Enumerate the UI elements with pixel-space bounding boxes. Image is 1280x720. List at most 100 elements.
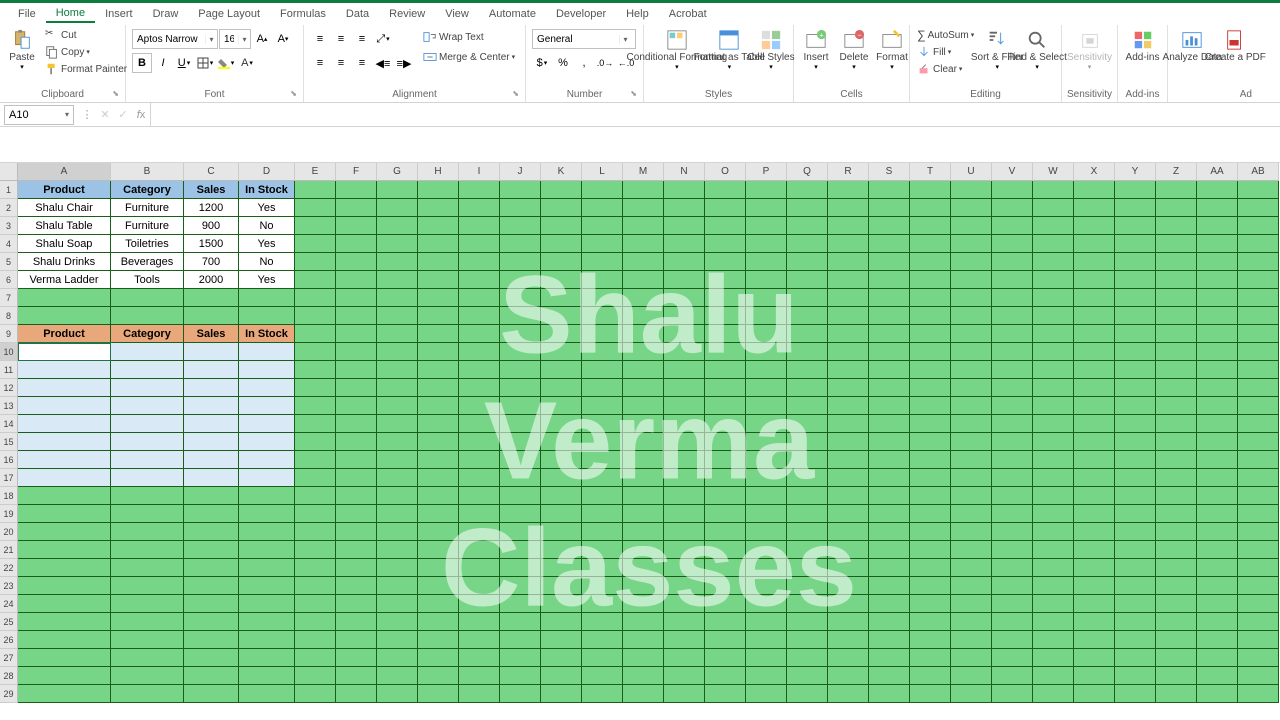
cell-I23[interactable] xyxy=(459,577,500,595)
cell-F27[interactable] xyxy=(336,649,377,667)
cell-J7[interactable] xyxy=(500,289,541,307)
cell-U22[interactable] xyxy=(951,559,992,577)
cell-O15[interactable] xyxy=(705,433,746,451)
cell-J10[interactable] xyxy=(500,343,541,361)
cell-X19[interactable] xyxy=(1074,505,1115,523)
cell-G22[interactable] xyxy=(377,559,418,577)
cell-G29[interactable] xyxy=(377,685,418,703)
rowhdr-8[interactable]: 8 xyxy=(0,307,18,325)
cell-B7[interactable] xyxy=(111,289,184,307)
cell-S7[interactable] xyxy=(869,289,910,307)
cell-Y15[interactable] xyxy=(1115,433,1156,451)
rowhdr-6[interactable]: 6 xyxy=(0,271,18,289)
cell-W26[interactable] xyxy=(1033,631,1074,649)
cell-AB14[interactable] xyxy=(1238,415,1279,433)
cell-V19[interactable] xyxy=(992,505,1033,523)
percent-button[interactable]: % xyxy=(553,53,573,73)
cell-T17[interactable] xyxy=(910,469,951,487)
cell-F1[interactable] xyxy=(336,181,377,199)
cell-F18[interactable] xyxy=(336,487,377,505)
cell-X29[interactable] xyxy=(1074,685,1115,703)
cell-G11[interactable] xyxy=(377,361,418,379)
cell-P19[interactable] xyxy=(746,505,787,523)
cell-W29[interactable] xyxy=(1033,685,1074,703)
cell-C9[interactable]: Sales xyxy=(184,325,239,343)
cell-Z28[interactable] xyxy=(1156,667,1197,685)
cell-P29[interactable] xyxy=(746,685,787,703)
increase-indent-button[interactable]: ≡▶ xyxy=(394,53,414,73)
cell-Q21[interactable] xyxy=(787,541,828,559)
cell-G20[interactable] xyxy=(377,523,418,541)
menu-draw[interactable]: Draw xyxy=(143,6,189,22)
cell-E8[interactable] xyxy=(295,307,336,325)
cell-O17[interactable] xyxy=(705,469,746,487)
cell-P20[interactable] xyxy=(746,523,787,541)
cell-Q9[interactable] xyxy=(787,325,828,343)
cell-Y13[interactable] xyxy=(1115,397,1156,415)
cell-H6[interactable] xyxy=(418,271,459,289)
font-size-select[interactable]: ▾ xyxy=(219,29,251,49)
cell-B27[interactable] xyxy=(111,649,184,667)
cell-X15[interactable] xyxy=(1074,433,1115,451)
cell-O18[interactable] xyxy=(705,487,746,505)
cell-M26[interactable] xyxy=(623,631,664,649)
cell-J6[interactable] xyxy=(500,271,541,289)
cell-W9[interactable] xyxy=(1033,325,1074,343)
cell-U6[interactable] xyxy=(951,271,992,289)
cell-Z2[interactable] xyxy=(1156,199,1197,217)
cell-AA3[interactable] xyxy=(1197,217,1238,235)
cell-B25[interactable] xyxy=(111,613,184,631)
cell-I1[interactable] xyxy=(459,181,500,199)
cell-J23[interactable] xyxy=(500,577,541,595)
cell-A10[interactable] xyxy=(18,343,111,361)
cell-X4[interactable] xyxy=(1074,235,1115,253)
cell-J5[interactable] xyxy=(500,253,541,271)
cell-H1[interactable] xyxy=(418,181,459,199)
cell-H4[interactable] xyxy=(418,235,459,253)
cell-W14[interactable] xyxy=(1033,415,1074,433)
cell-Y11[interactable] xyxy=(1115,361,1156,379)
cell-Q4[interactable] xyxy=(787,235,828,253)
cell-E14[interactable] xyxy=(295,415,336,433)
colhdr-I[interactable]: I xyxy=(459,163,500,181)
rowhdr-3[interactable]: 3 xyxy=(0,217,18,235)
cell-D28[interactable] xyxy=(239,667,295,685)
cell-B2[interactable]: Furniture xyxy=(111,199,184,217)
cell-H19[interactable] xyxy=(418,505,459,523)
cell-C28[interactable] xyxy=(184,667,239,685)
cell-Z12[interactable] xyxy=(1156,379,1197,397)
cell-U28[interactable] xyxy=(951,667,992,685)
cell-L18[interactable] xyxy=(582,487,623,505)
rowhdr-13[interactable]: 13 xyxy=(0,397,18,415)
cell-M7[interactable] xyxy=(623,289,664,307)
cell-U24[interactable] xyxy=(951,595,992,613)
rowhdr-22[interactable]: 22 xyxy=(0,559,18,577)
cell-Y6[interactable] xyxy=(1115,271,1156,289)
cell-S13[interactable] xyxy=(869,397,910,415)
cell-M4[interactable] xyxy=(623,235,664,253)
cell-O3[interactable] xyxy=(705,217,746,235)
colhdr-T[interactable]: T xyxy=(910,163,951,181)
cell-E20[interactable] xyxy=(295,523,336,541)
cell-W7[interactable] xyxy=(1033,289,1074,307)
cell-H16[interactable] xyxy=(418,451,459,469)
cell-I4[interactable] xyxy=(459,235,500,253)
cell-K14[interactable] xyxy=(541,415,582,433)
cell-Z13[interactable] xyxy=(1156,397,1197,415)
menu-help[interactable]: Help xyxy=(616,6,659,22)
cell-Q17[interactable] xyxy=(787,469,828,487)
cell-AB13[interactable] xyxy=(1238,397,1279,415)
cell-A20[interactable] xyxy=(18,523,111,541)
cell-T11[interactable] xyxy=(910,361,951,379)
cell-S12[interactable] xyxy=(869,379,910,397)
cell-AA18[interactable] xyxy=(1197,487,1238,505)
cell-D18[interactable] xyxy=(239,487,295,505)
cell-U4[interactable] xyxy=(951,235,992,253)
cell-T23[interactable] xyxy=(910,577,951,595)
cell-A9[interactable]: Product xyxy=(18,325,111,343)
cell-W28[interactable] xyxy=(1033,667,1074,685)
cell-A15[interactable] xyxy=(18,433,111,451)
cell-S28[interactable] xyxy=(869,667,910,685)
cell-N11[interactable] xyxy=(664,361,705,379)
cell-K27[interactable] xyxy=(541,649,582,667)
